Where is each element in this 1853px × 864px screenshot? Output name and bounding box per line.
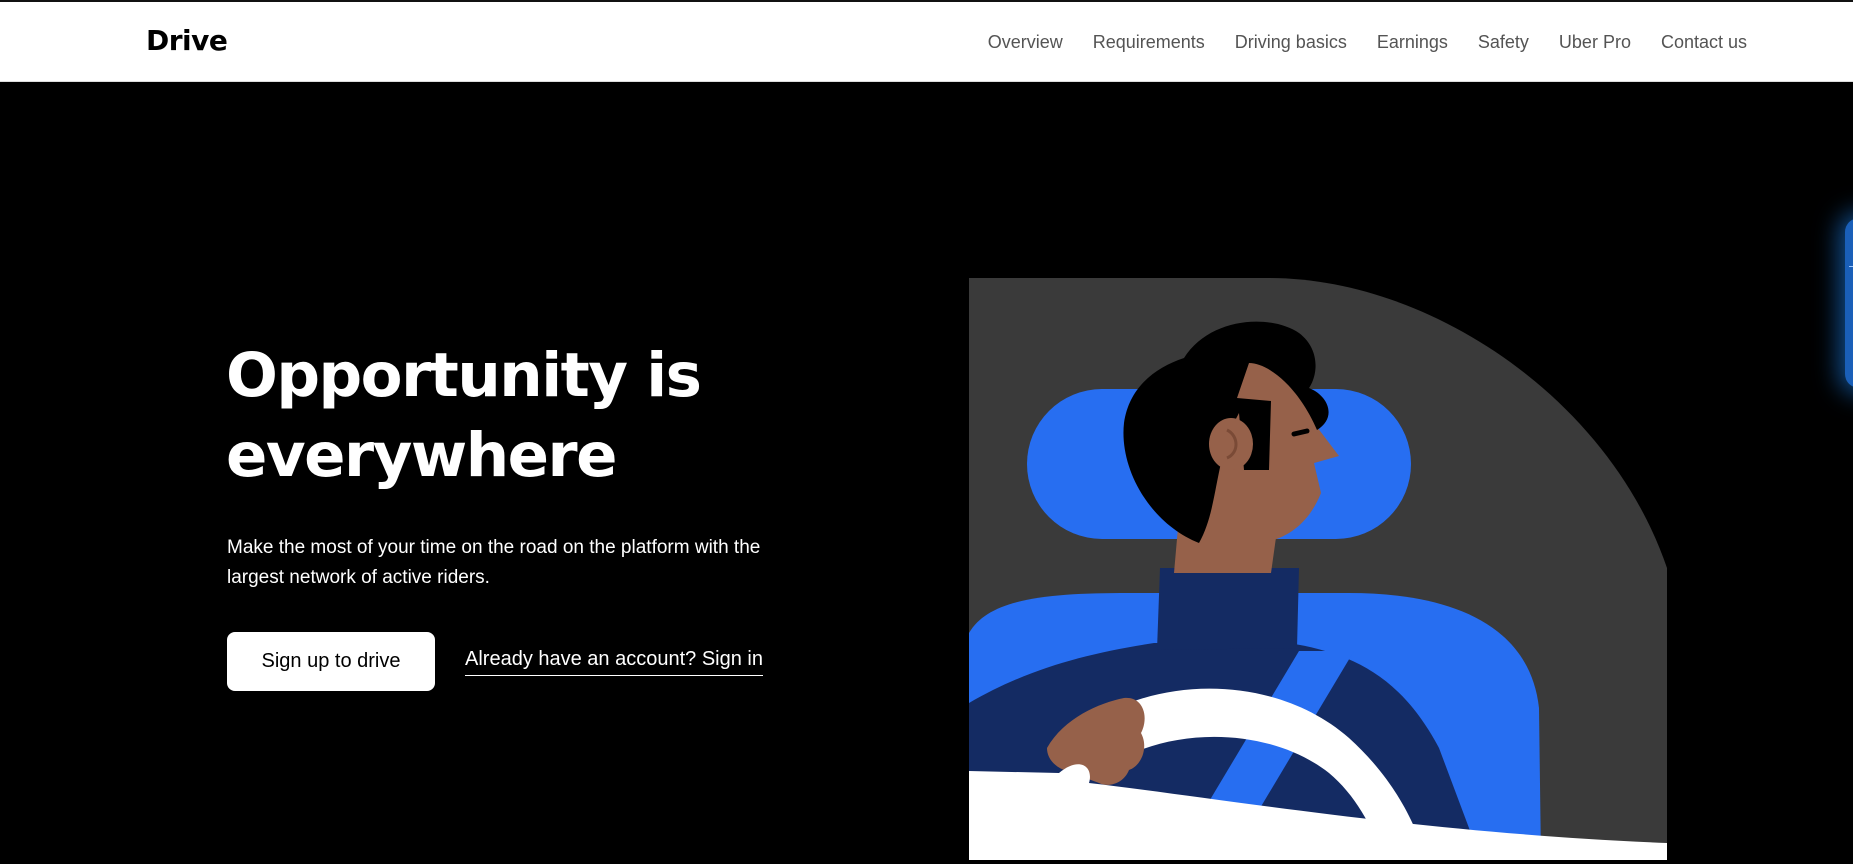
nav-safety[interactable]: Safety <box>1478 32 1529 53</box>
driver-illustration <box>969 278 1667 860</box>
nav-contact-us[interactable]: Contact us <box>1661 32 1747 53</box>
side-widget-divider <box>1849 266 1853 267</box>
sign-up-to-drive-button[interactable]: Sign up to drive <box>227 632 435 691</box>
ear <box>1209 418 1253 470</box>
nav-overview[interactable]: Overview <box>988 32 1063 53</box>
drive-logo[interactable]: Drive <box>146 24 228 57</box>
nav-driving-basics[interactable]: Driving basics <box>1235 32 1347 53</box>
sign-in-link[interactable]: Already have an account? Sign in <box>465 648 763 676</box>
collar <box>1157 568 1299 650</box>
site-header: Drive Overview Requirements Driving basi… <box>0 2 1853 82</box>
main-nav: Overview Requirements Driving basics Ear… <box>988 32 1747 53</box>
nav-earnings[interactable]: Earnings <box>1377 32 1448 53</box>
hero-subtitle: Make the most of your time on the road o… <box>227 537 761 588</box>
hero-title: Opportunity is everywhere <box>226 340 702 491</box>
nav-requirements[interactable]: Requirements <box>1093 32 1205 53</box>
eye <box>1291 428 1310 437</box>
nav-uber-pro[interactable]: Uber Pro <box>1559 32 1631 53</box>
side-chat-widget[interactable] <box>1845 218 1853 388</box>
